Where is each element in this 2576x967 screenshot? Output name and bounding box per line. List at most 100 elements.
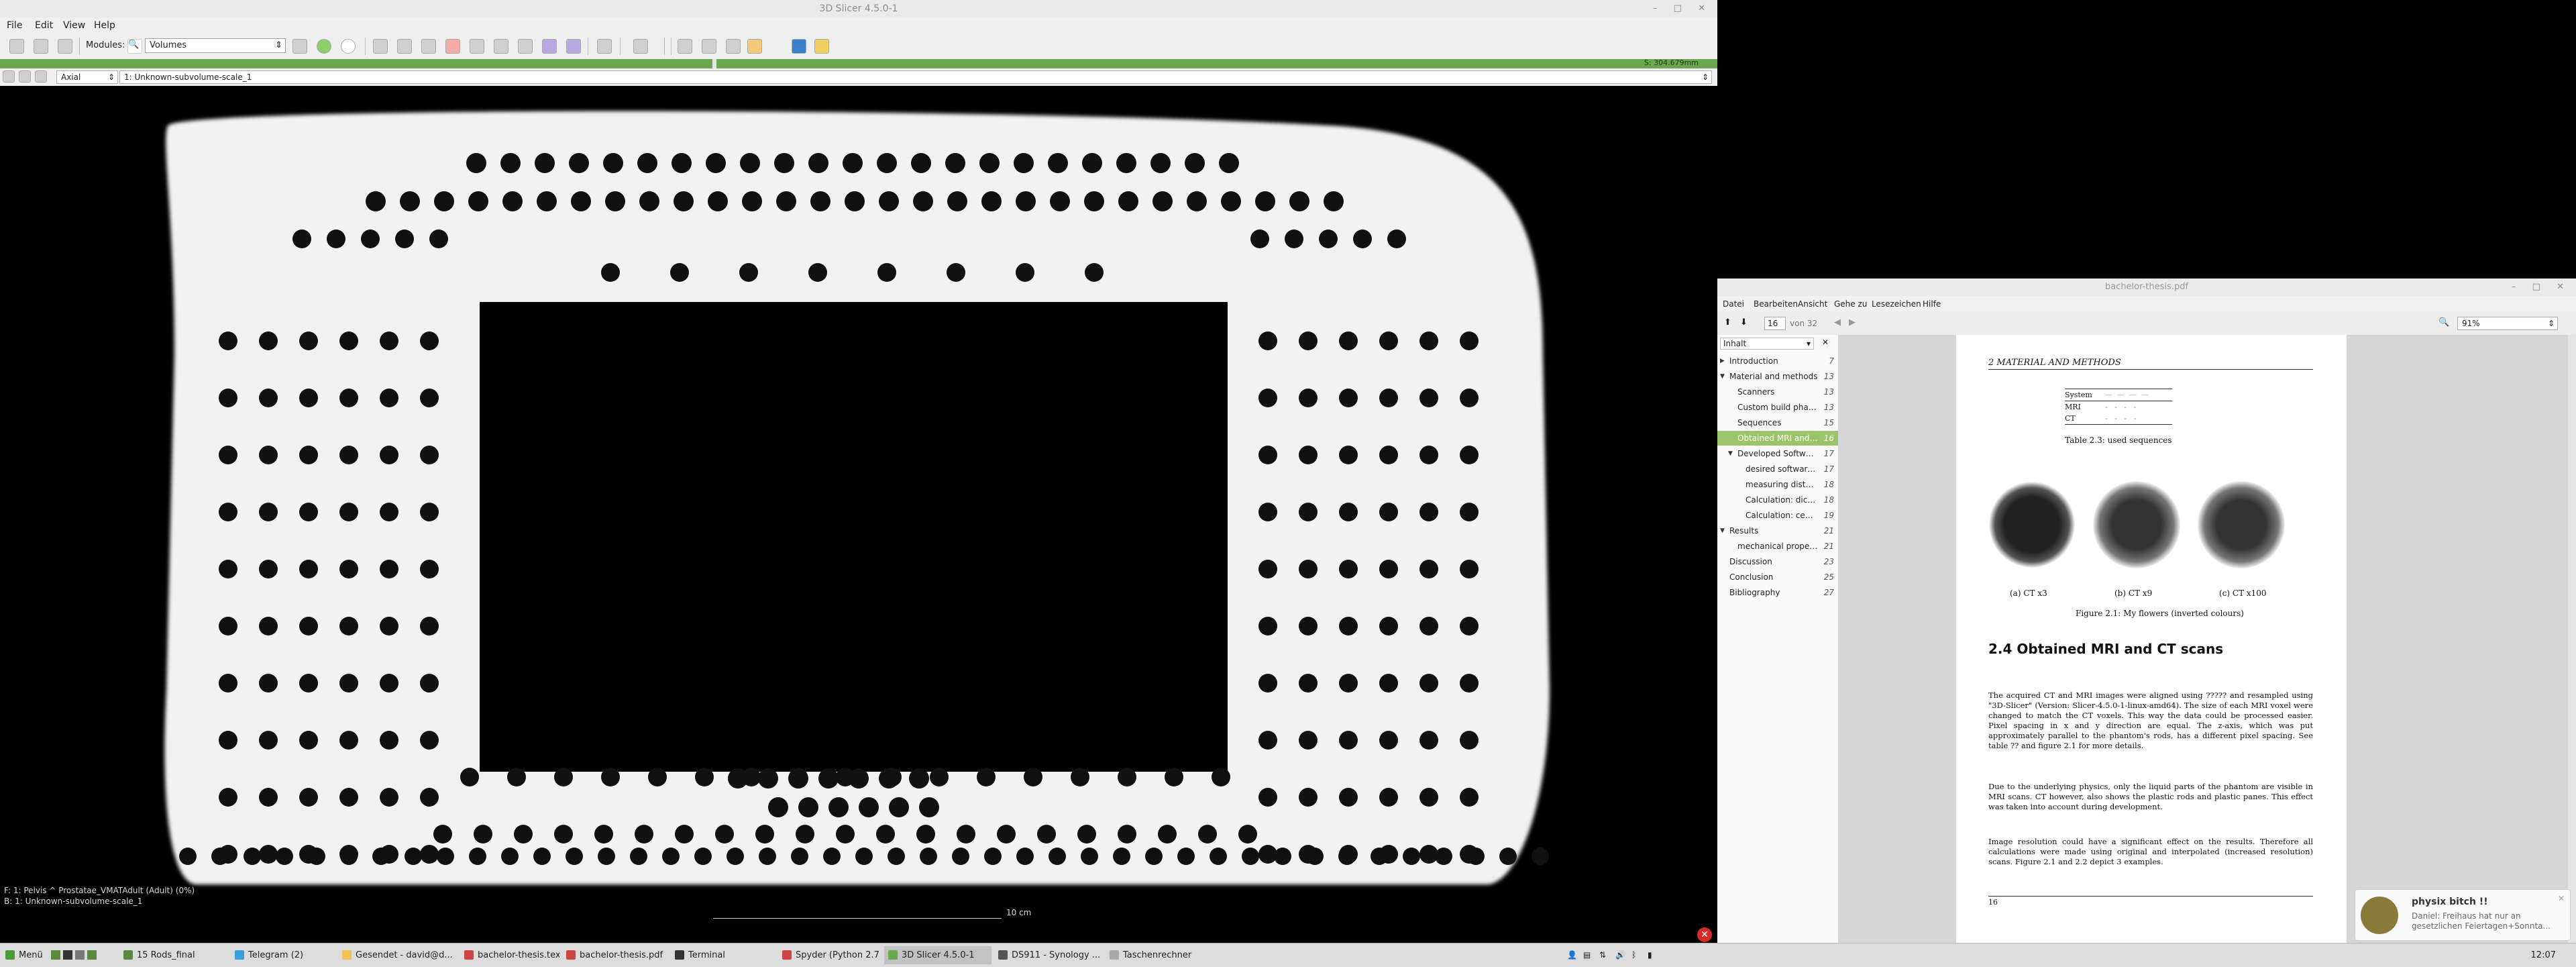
bluetooth-icon[interactable]: ᛒ	[1631, 950, 1636, 960]
taskbar-item[interactable]: Telegram (2)	[231, 946, 335, 964]
slice-slider-handle[interactable]	[712, 59, 716, 68]
toc-item[interactable]: Calculation: dice-... 18	[1717, 493, 1838, 507]
user-icon[interactable]: 👤	[1567, 950, 1577, 960]
toc-item[interactable]: ▶ Introduction 7	[1717, 354, 1838, 368]
sidebar-mode-select[interactable]: Inhalt ▾	[1720, 338, 1814, 350]
transforms-icon[interactable]	[445, 39, 460, 54]
taskbar-item[interactable]: Terminal	[671, 946, 774, 964]
expand-arrow-icon[interactable]: ▼	[1720, 523, 1725, 538]
layout-icon[interactable]	[597, 39, 612, 54]
expand-arrow-icon[interactable]: ▶	[1720, 354, 1725, 368]
toc-item[interactable]: Sequences 15	[1717, 415, 1838, 430]
menu-ansicht[interactable]: Ansicht	[1794, 296, 1831, 312]
python-console-icon[interactable]	[792, 39, 806, 54]
menu-hilfe[interactable]: Hilfe	[1919, 296, 1945, 312]
taskbar-item[interactable]: 3D Slicer 4.5.0-1	[884, 946, 991, 964]
toc-item[interactable]: Discussion 23	[1717, 554, 1838, 569]
volumes-icon[interactable]	[397, 39, 412, 54]
toc-item[interactable]: Scanners 13	[1717, 385, 1838, 399]
window-controls[interactable]: – □ ✕	[1653, 0, 1712, 17]
extension-icon[interactable]	[542, 39, 557, 54]
segment-icon[interactable]	[494, 39, 508, 54]
menu-lesezeichen[interactable]: Lesezeichen	[1868, 296, 1925, 312]
toc-item[interactable]: ▼ Results 21	[1717, 523, 1838, 538]
close-sidebar-icon[interactable]: ✕	[1822, 338, 1829, 347]
toc-item[interactable]: ▼ Material and methods 13	[1717, 369, 1838, 384]
folder-launcher-icon[interactable]	[87, 950, 97, 960]
scrollbar[interactable]	[2568, 335, 2576, 943]
slice-slider[interactable]: S: 304.679mm	[0, 58, 1717, 68]
taskbar-item[interactable]: Gesendet - david@d...	[338, 946, 456, 964]
python-icon[interactable]	[814, 39, 829, 54]
toc-item[interactable]: measuring distort... 18	[1717, 477, 1838, 492]
files-launcher-icon[interactable]	[51, 950, 60, 960]
link-icon[interactable]	[19, 70, 31, 83]
network-icon[interactable]: ⇅	[1599, 950, 1606, 960]
back-arrow-icon[interactable]	[317, 39, 331, 54]
toc-item[interactable]: ▼ Developed Softwar... 17	[1717, 446, 1838, 461]
scene-view-icon[interactable]	[702, 39, 716, 54]
models-icon[interactable]	[421, 39, 436, 54]
toc-item[interactable]: Custom build phant... 13	[1717, 400, 1838, 415]
scene-restore-icon[interactable]	[726, 39, 741, 54]
volume-icon[interactable]: 🔊	[1615, 950, 1625, 960]
slice-view[interactable]: F: 1: Pelvis ^ Prostatae_VMATAdult (Adul…	[0, 86, 1717, 943]
page-number-input[interactable]: 16	[1764, 317, 1786, 330]
markups-icon[interactable]	[518, 39, 533, 54]
load-data-icon[interactable]	[9, 39, 24, 54]
toc-item[interactable]: Obtained MRI and C... 16	[1717, 431, 1838, 446]
pin-icon[interactable]	[3, 70, 15, 83]
eye-icon[interactable]	[35, 70, 47, 83]
document-area[interactable]: 2 MATERIAL AND METHODS System — — — — MRI…	[1838, 335, 2576, 943]
clipboard-icon[interactable]: ▤	[1583, 950, 1591, 960]
taskbar-item[interactable]: 15 Rods_final	[119, 946, 227, 964]
forward-arrow-icon[interactable]	[341, 39, 356, 54]
prev-page-icon[interactable]: ⬆	[1724, 317, 1731, 327]
volume-select[interactable]: 1: Unknown-subvolume-scale_1 ⇕	[119, 70, 1712, 84]
toc-item[interactable]: Conclusion 25	[1717, 570, 1838, 584]
taskbar-item[interactable]: Spyder (Python 2.7)	[778, 946, 880, 964]
orientation-select[interactable]: Axial ⇕	[56, 70, 118, 84]
toc-item[interactable]: Calculation: cente... 19	[1717, 508, 1838, 523]
dcm-icon[interactable]	[34, 39, 48, 54]
search-icon[interactable]: 🔍	[127, 39, 142, 54]
expand-arrow-icon[interactable]: ▼	[1720, 369, 1725, 384]
crosshair-icon[interactable]	[747, 39, 762, 54]
battery-icon[interactable]: ▮	[1648, 950, 1652, 960]
menu-file[interactable]: File	[3, 17, 26, 34]
module-list-icon[interactable]	[292, 39, 307, 54]
save-icon[interactable]	[58, 39, 72, 54]
zoom-select[interactable]: 91% ⇕	[2457, 317, 2558, 330]
mouse-mode-icon[interactable]	[633, 39, 648, 54]
pdf-window-controls[interactable]: – □ ✕	[2512, 278, 2571, 296]
screenshot-icon[interactable]	[678, 39, 692, 54]
menu-datei[interactable]: Datei	[1719, 296, 1748, 312]
taskbar-item[interactable]: DS911 - Synology ...	[994, 946, 1102, 964]
data-icon[interactable]	[373, 39, 388, 54]
editor-icon[interactable]	[470, 39, 484, 54]
notification[interactable]: physix bitch !! Daniel: Freihaus hat nur…	[2355, 889, 2571, 941]
toc-item[interactable]: mechanical properti... 21	[1717, 539, 1838, 554]
extension-manager-icon[interactable]	[566, 39, 581, 54]
browser-launcher-icon[interactable]	[75, 950, 85, 960]
menu-help[interactable]: Help	[90, 17, 119, 34]
back-icon[interactable]: ◀	[1834, 317, 1841, 327]
module-select[interactable]: Volumes ⇕	[145, 38, 286, 53]
close-icon[interactable]: ✕	[1697, 927, 1712, 942]
clock[interactable]: 12:07	[2531, 946, 2556, 964]
menu-edit[interactable]: Edit	[31, 17, 57, 34]
taskbar-item[interactable]: bachelor-thesis.tex...	[460, 946, 559, 964]
taskbar-item[interactable]: Taschenrechner	[1106, 946, 1213, 964]
taskbar-item[interactable]: bachelor-thesis.pdf	[562, 946, 667, 964]
forward-icon[interactable]: ▶	[1849, 317, 1856, 327]
next-page-icon[interactable]: ⬇	[1740, 317, 1748, 327]
terminal-launcher-icon[interactable]	[63, 950, 72, 960]
close-icon[interactable]: ✕	[2558, 894, 2565, 903]
toc-item[interactable]: Bibliography 27	[1717, 585, 1838, 600]
start-menu-button[interactable]: Menü	[1, 946, 48, 964]
search-icon[interactable]: 🔍	[2438, 317, 2449, 327]
menu-gehe-zu[interactable]: Gehe zu	[1830, 296, 1871, 312]
toc-item[interactable]: desired software ... 17	[1717, 462, 1838, 476]
menu-view[interactable]: View	[59, 17, 89, 34]
expand-arrow-icon[interactable]: ▼	[1728, 446, 1733, 461]
